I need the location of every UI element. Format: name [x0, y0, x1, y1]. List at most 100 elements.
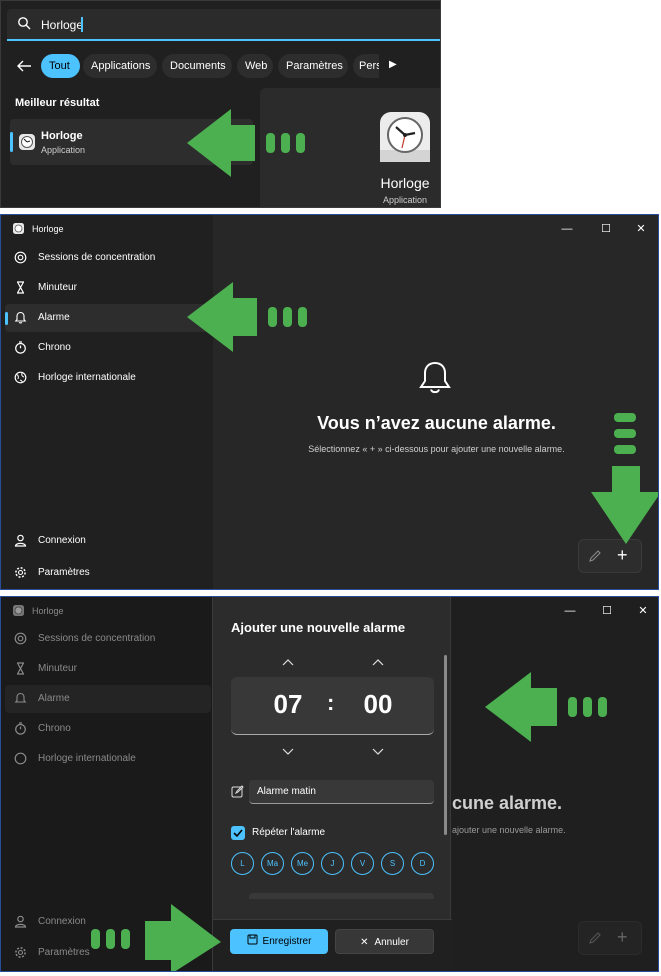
chip-personnes[interactable]: Pers	[353, 54, 379, 78]
time-separator: :	[327, 690, 335, 715]
minimize-icon[interactable]: —	[562, 603, 578, 619]
nav-horloge-internationale: Horloge internationale	[5, 745, 211, 773]
empty-state-title-obscured: cune alarme.	[452, 793, 563, 813]
preview-type: Application	[382, 195, 428, 205]
nav-sessions[interactable]: Sessions de concentration	[5, 244, 211, 272]
add-alarm-button: +	[617, 927, 628, 947]
annotation-arrow-left	[187, 282, 307, 352]
text-caret	[81, 17, 83, 32]
chip-parametres[interactable]: Paramètres	[278, 54, 348, 78]
hourglass-icon	[16, 662, 25, 675]
globe-icon	[14, 371, 27, 384]
maximize-icon[interactable]: ☐	[599, 603, 615, 619]
search-icon	[18, 17, 31, 30]
day-toggle-s[interactable]: S	[381, 852, 404, 875]
nav-label: Sessions de concentration	[38, 252, 156, 263]
hour-value[interactable]: 07	[253, 689, 323, 720]
edit-name-icon	[231, 785, 244, 798]
user-icon	[14, 534, 27, 547]
day-toggle-v[interactable]: V	[351, 852, 374, 875]
gear-icon	[15, 947, 26, 958]
clock-window-dialog: Horloge Sessions de concentration Minute…	[0, 596, 659, 972]
preview-name: Horloge	[380, 175, 430, 191]
minute-down-chevron-icon[interactable]	[371, 747, 385, 757]
window-title: Horloge	[13, 223, 64, 234]
nav-chrono[interactable]: Chrono	[5, 334, 211, 362]
hour-down-chevron-icon[interactable]	[281, 747, 295, 757]
nav-parametres[interactable]: Paramètres	[5, 559, 211, 587]
nav-label: Minuteur	[38, 663, 77, 674]
day-toggle-j[interactable]: J	[321, 852, 344, 875]
best-result-heading: Meilleur résultat	[15, 97, 100, 109]
hour-up-chevron-icon[interactable]	[281, 657, 295, 667]
annotation-arrow-right	[91, 904, 221, 971]
nav-connexion[interactable]: Connexion	[5, 527, 211, 555]
day-toggle-ma[interactable]: Ma	[261, 852, 284, 875]
repeat-checkbox[interactable]	[231, 826, 245, 840]
nav-label: Connexion	[38, 916, 86, 927]
minimize-icon[interactable]: —	[559, 221, 575, 237]
alarm-name-input[interactable]: Alarme matin	[249, 780, 434, 804]
nav-label: Paramètres	[38, 947, 90, 958]
scrollbar[interactable]	[444, 655, 447, 835]
cancel-button[interactable]: ✕ Annuler	[335, 929, 434, 954]
clock-app-icon	[13, 223, 24, 234]
globe-icon	[14, 752, 27, 765]
nav-label: Horloge internationale	[38, 372, 136, 383]
annotation-arrow-left	[187, 109, 305, 177]
annotation-arrow-down	[591, 413, 658, 544]
nav-label: Chrono	[38, 342, 71, 353]
chip-documents[interactable]: Documents	[162, 54, 232, 78]
alarm-toolbar: +	[578, 921, 642, 955]
chip-tout[interactable]: Tout	[41, 54, 80, 78]
add-alarm-dialog: Ajouter une nouvelle alarme 07 : 00 Alar…	[212, 597, 452, 971]
window-title-text: Horloge	[32, 224, 64, 234]
scroll-right-icon[interactable]: ▶	[389, 59, 397, 70]
clock-app-icon	[19, 134, 35, 150]
stopwatch-icon	[15, 341, 26, 354]
maximize-icon[interactable]: ☐	[598, 221, 614, 237]
nav-minuteur[interactable]: Minuteur	[5, 274, 211, 302]
result-name: Horloge	[41, 130, 83, 142]
chip-applications[interactable]: Applications	[83, 54, 157, 78]
nav-label: Paramètres	[38, 567, 90, 578]
close-icon[interactable]: ✕	[633, 221, 649, 237]
empty-state-subtitle-obscured: ajouter une nouvelle alarme.	[452, 825, 566, 835]
edit-icon	[589, 932, 601, 944]
gear-icon	[15, 567, 26, 578]
chip-web[interactable]: Web	[237, 54, 273, 78]
hourglass-icon	[16, 281, 25, 294]
nav-label: Alarme	[38, 312, 70, 323]
search-panel: Horloge Tout Applications Documents Web …	[0, 0, 441, 208]
time-picker[interactable]: 07 : 00	[231, 677, 434, 735]
nav-label: Horloge internationale	[38, 753, 136, 764]
day-toggle-me[interactable]: Me	[291, 852, 314, 875]
repeat-label: Répéter l'alarme	[252, 827, 326, 838]
nav-chrono: Chrono	[5, 715, 211, 743]
nav-horloge-internationale[interactable]: Horloge internationale	[5, 364, 211, 392]
stopwatch-icon	[15, 722, 26, 735]
close-icon[interactable]: ✕	[635, 603, 651, 619]
result-type: Application	[41, 145, 86, 155]
minute-value[interactable]: 00	[343, 689, 413, 720]
save-button[interactable]: Enregistrer	[230, 929, 328, 954]
nav-alarme[interactable]: Alarme	[5, 304, 211, 332]
search-input[interactable]: Horloge	[7, 9, 440, 41]
bell-icon-large	[419, 361, 451, 394]
minute-up-chevron-icon[interactable]	[371, 657, 385, 667]
back-arrow-icon[interactable]	[15, 57, 33, 75]
nav-label: Alarme	[38, 693, 70, 704]
day-toggle-d[interactable]: D	[411, 852, 434, 875]
clock-app-icon	[13, 605, 24, 616]
nav-label: Connexion	[38, 535, 86, 546]
focus-icon	[14, 632, 27, 645]
nav-minuteur: Minuteur	[5, 655, 211, 683]
nav-label: Minuteur	[38, 282, 77, 293]
close-icon: ✕	[360, 937, 369, 948]
nav-alarme: Alarme	[5, 685, 211, 713]
sidebar: Horloge Sessions de concentration Minute…	[1, 215, 213, 589]
nav-label: Chrono	[38, 723, 71, 734]
clock-window: Horloge Sessions de concentration Minute…	[0, 214, 659, 590]
annotation-arrow-left	[485, 672, 607, 742]
day-toggle-l[interactable]: L	[231, 852, 254, 875]
